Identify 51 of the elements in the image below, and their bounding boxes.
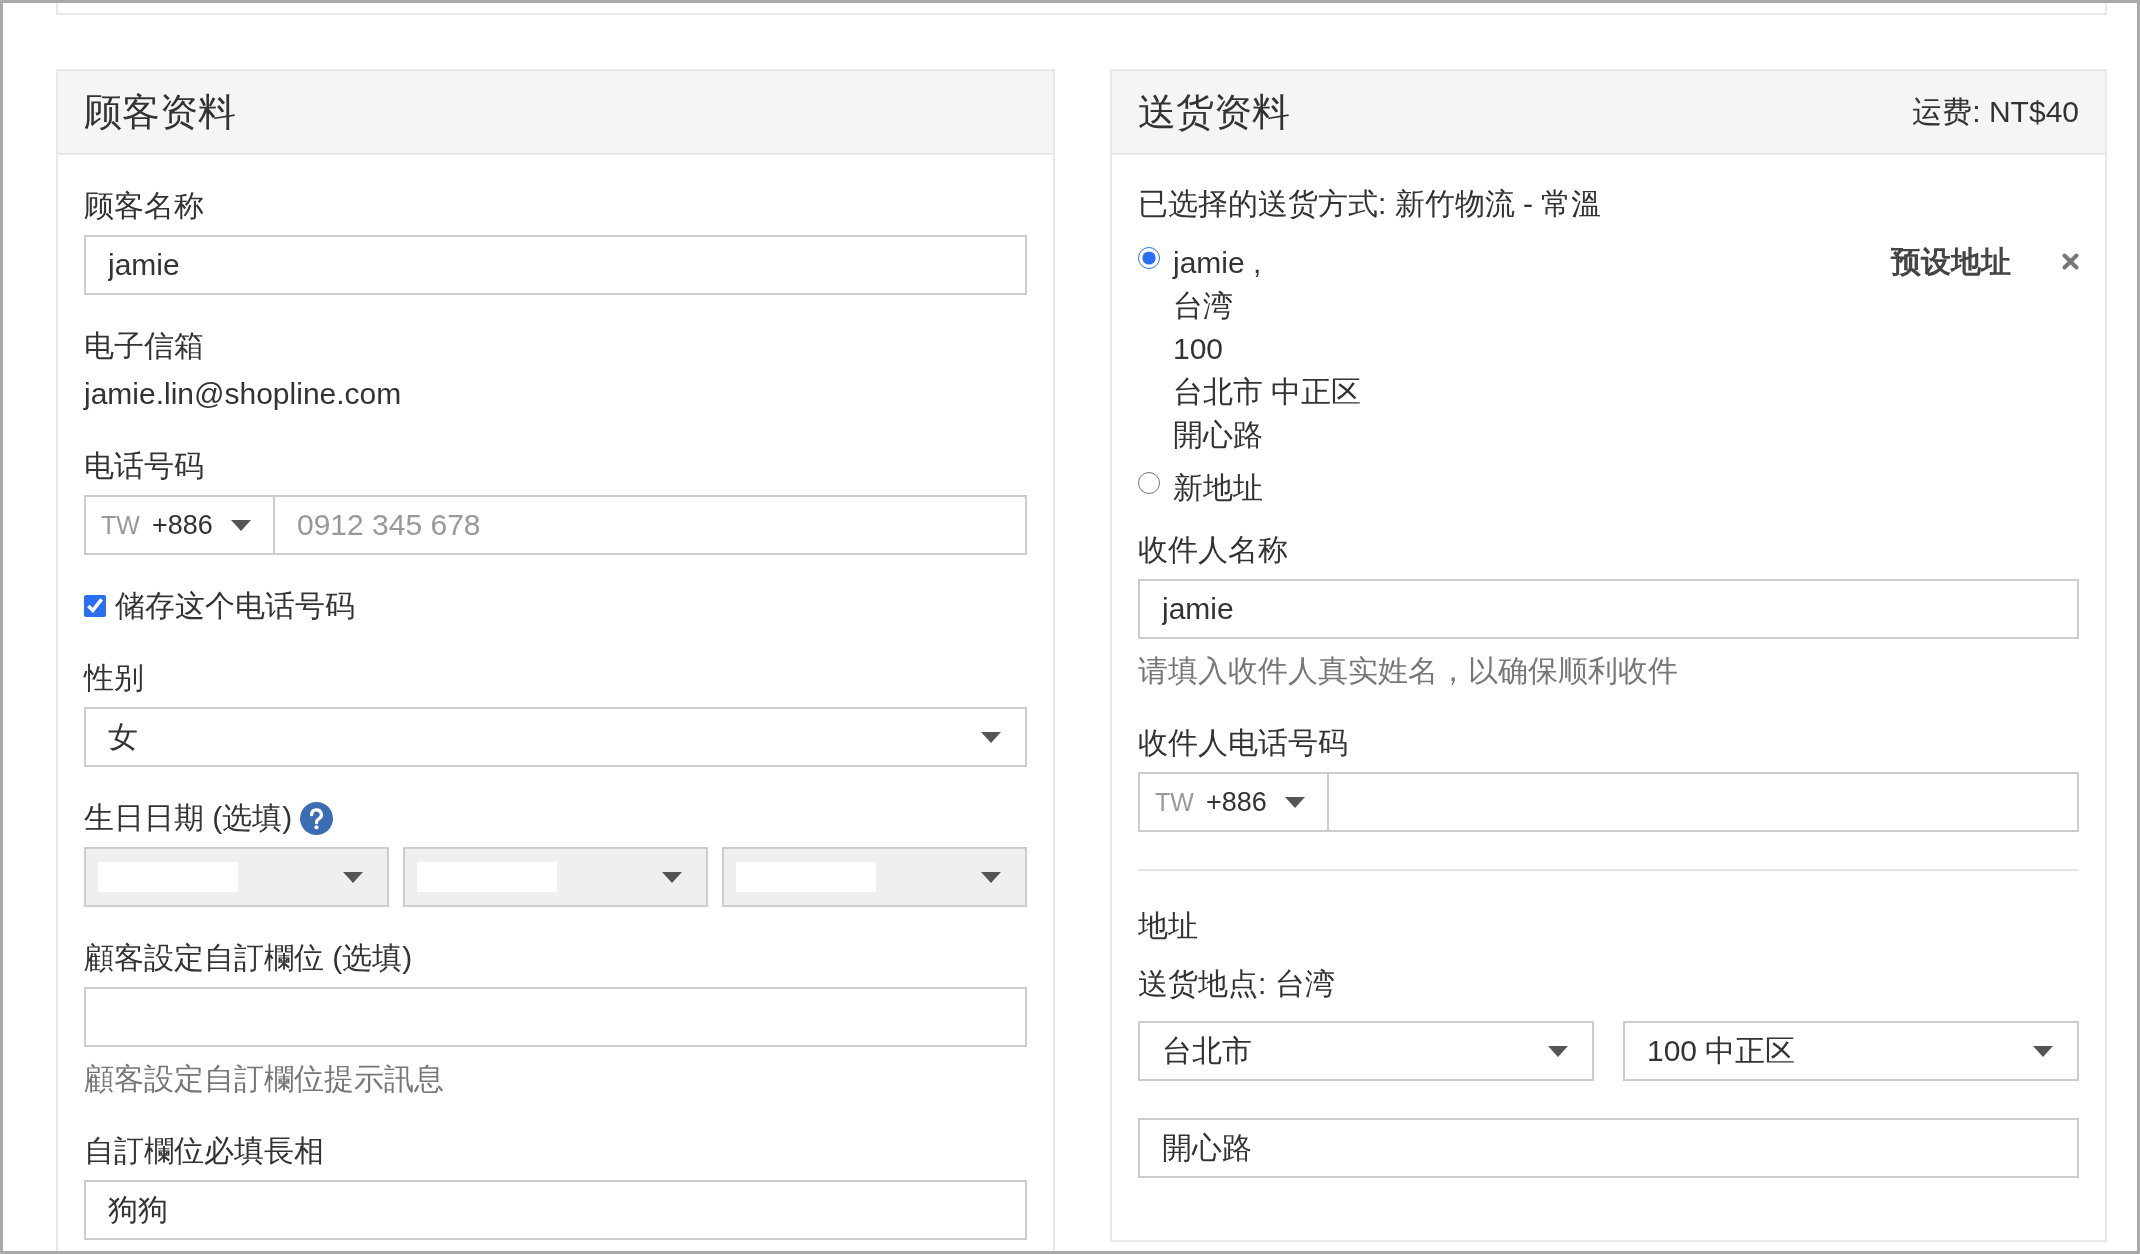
- field-label: 电子信箱: [84, 328, 204, 364]
- help-icon[interactable]: [300, 801, 334, 835]
- field-label: 电话号码: [84, 448, 204, 484]
- field-label: 收件人电话号码: [1138, 725, 1348, 761]
- shipping-method-text: 已选择的送货方式: 新竹物流 - 常溫: [1138, 186, 1602, 222]
- input-field[interactable]: [84, 987, 1027, 1047]
- caret-icon: [231, 519, 251, 531]
- phone-input[interactable]: [1329, 772, 2079, 832]
- caret-icon: [662, 871, 682, 883]
- field-label: 收件人名称: [1138, 532, 1288, 568]
- caret-icon: [343, 871, 363, 883]
- caret-icon: [981, 731, 1001, 743]
- field-label: 性别: [84, 660, 144, 696]
- caret-icon: [981, 871, 1001, 883]
- hint-text: 顧客設定自訂欄位提示訊息: [84, 1061, 444, 1097]
- district-select[interactable]: 100 中正区: [1623, 1021, 2079, 1081]
- address-line: 開心路: [1173, 417, 1263, 453]
- field-label: 顧客設定自訂欄位 (选填): [84, 940, 413, 976]
- panel-title: 送货资料: [1138, 90, 1290, 135]
- city-select[interactable]: 台北市: [1138, 1021, 1594, 1081]
- country-code-select[interactable]: TW +886: [1138, 772, 1329, 832]
- field-label: 顾客名称: [84, 188, 204, 224]
- address-line: 新地址: [1173, 470, 1263, 506]
- country-code-select[interactable]: TW +886: [84, 495, 275, 555]
- input-field[interactable]: jamie: [1138, 579, 2079, 639]
- section-title: 地址: [1138, 908, 1198, 944]
- checkbox-label: 储存这个电话号码: [115, 588, 355, 624]
- radio-button[interactable]: [1138, 472, 1160, 494]
- address-line: 100: [1173, 331, 1224, 367]
- destination-text: 送货地点: 台湾: [1138, 966, 1335, 1002]
- field-label: 生日日期 (选填): [84, 800, 293, 836]
- caret-icon: [1548, 1045, 1568, 1057]
- select-field[interactable]: 女: [84, 707, 1027, 767]
- caret-icon: [1285, 796, 1305, 808]
- panel-title: 顾客资料: [84, 90, 236, 135]
- shipping-fee-text: 运费: NT$40: [1912, 94, 2079, 130]
- field-label: 自訂欄位必填長相: [84, 1133, 324, 1169]
- default-address-label: 预设地址: [1891, 244, 2011, 280]
- phone-input[interactable]: 0912 345 678: [275, 495, 1027, 555]
- radio-button[interactable]: [1138, 247, 1160, 269]
- caret-icon: [2033, 1045, 2053, 1057]
- street-input[interactable]: 開心路: [1138, 1118, 2079, 1178]
- checkbox[interactable]: [84, 595, 106, 617]
- close-icon[interactable]: [2062, 253, 2079, 270]
- input-field[interactable]: 狗狗: [84, 1180, 1027, 1240]
- input-field[interactable]: jamie: [84, 235, 1027, 295]
- hint-text: 请填入收件人真实姓名，以确保顺利收件: [1138, 653, 1678, 689]
- email-text: jamie.lin@shopline.com: [84, 376, 402, 412]
- address-line: jamie ,: [1173, 245, 1262, 281]
- address-line: 台湾: [1173, 288, 1233, 324]
- address-line: 台北市 中正区: [1173, 374, 1362, 410]
